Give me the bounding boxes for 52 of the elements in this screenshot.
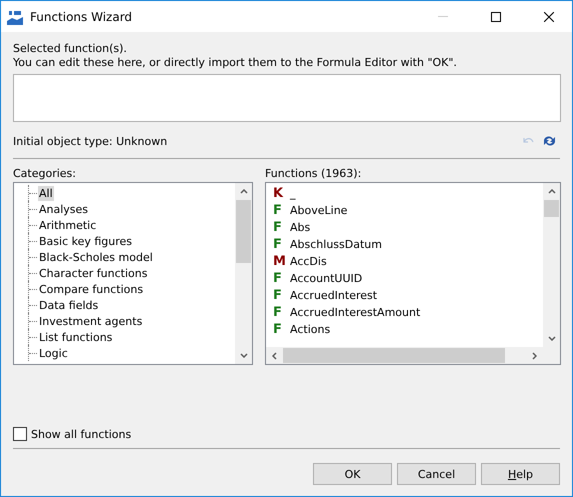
function-type-label: F: [273, 203, 283, 218]
scrollbar-thumb[interactable]: [236, 200, 251, 263]
function-type-label: F: [273, 322, 283, 337]
tree-item[interactable]: Compare functions: [38, 282, 144, 296]
tree-item[interactable]: Logic: [38, 346, 69, 360]
tree-item[interactable]: Black-Scholes model: [38, 250, 154, 264]
app-logo-icon: [7, 8, 23, 24]
maximize-icon: [491, 12, 501, 22]
function-item[interactable]: F AccountUUID: [266, 270, 543, 287]
function-type-label: F: [273, 271, 283, 286]
function-item[interactable]: F Abs: [266, 219, 543, 236]
dialog-button[interactable]: Help: [481, 463, 560, 485]
function-type-label: F: [273, 305, 283, 320]
horizontal-scrollbar[interactable]: [266, 347, 560, 364]
tree-item[interactable]: All: [38, 186, 54, 200]
function-type-label: F: [273, 288, 283, 303]
function-item[interactable]: F AbschlussDatum: [266, 236, 543, 253]
tree-item[interactable]: List functions: [38, 330, 114, 344]
scrollbar[interactable]: [235, 183, 252, 364]
tree-item[interactable]: Arithmetic: [38, 218, 98, 232]
refresh-icon[interactable]: [543, 135, 556, 147]
instruction-text: You can edit these here, or directly import them to the Formula Editor with "OK".: [13, 56, 458, 70]
function-item[interactable]: M AccDis: [266, 253, 543, 270]
window-title: Functions Wizard: [30, 10, 134, 24]
formula-field[interactable]: [13, 74, 561, 122]
instruction-text: Selected function(s).: [13, 42, 128, 56]
function-type-label: K: [273, 186, 284, 201]
checkbox-label[interactable]: Show all functions: [31, 428, 132, 440]
close-icon: [544, 12, 554, 22]
function-type-label: M: [273, 254, 284, 269]
tree-item[interactable]: Basic key figures: [38, 234, 134, 248]
function-item[interactable]: F AccruedInterestAmount: [266, 304, 543, 321]
function-item[interactable]: F AccruedInterest: [266, 287, 543, 304]
categories-label: Categories:: [13, 167, 77, 180]
dialog-button[interactable]: OK: [313, 463, 392, 485]
function-item[interactable]: K _: [266, 185, 543, 202]
dialog-button[interactable]: Cancel: [397, 463, 476, 485]
function-type-label: F: [273, 237, 283, 252]
scrollbar-thumb[interactable]: [544, 200, 559, 217]
tree-item[interactable]: Data fields: [38, 298, 100, 312]
scrollbar-thumb[interactable]: [283, 348, 505, 363]
tree-item[interactable]: Character functions: [38, 266, 148, 280]
functions-label: Functions (1963):: [265, 167, 362, 180]
checkbox[interactable]: [13, 427, 27, 441]
tree-item[interactable]: Analyses: [38, 202, 90, 216]
minimize-icon: [438, 16, 448, 17]
scrollbar[interactable]: [543, 183, 560, 347]
tree-item[interactable]: Investment agents: [38, 314, 144, 328]
function-item[interactable]: F Actions: [266, 321, 543, 338]
function-type-label: F: [273, 220, 283, 235]
function-item[interactable]: F AboveLine: [266, 202, 543, 219]
object-type-label: Initial object type: Unknown: [13, 134, 168, 148]
